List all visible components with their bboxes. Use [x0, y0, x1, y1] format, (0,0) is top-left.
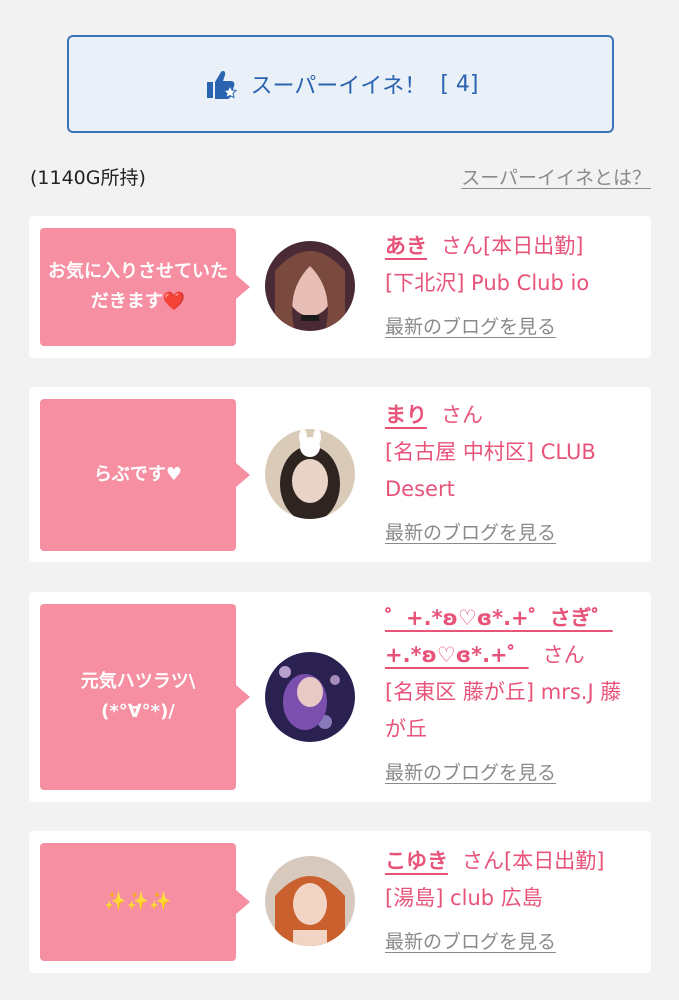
girl-card: お気に入りさせていただきます❤️ あき さん[本日出勤] [下北沢] Pub Cl…	[29, 216, 651, 358]
avatar[interactable]	[265, 652, 355, 742]
message-text: らぶです♥	[93, 464, 183, 485]
girl-status: さん	[542, 643, 585, 667]
super-like-count: [ 4]	[440, 71, 479, 97]
what-is-super-like-link[interactable]: スーパーイイネとは？	[461, 163, 651, 190]
latest-blog-link[interactable]: 最新のブログを見る	[385, 758, 556, 785]
super-like-label: スーパーイイネ！	[250, 74, 427, 99]
message-bubble: 元気ハツラツ\(*°∀°*)/	[40, 604, 250, 790]
super-like-button[interactable]: スーパーイイネ！ [ 4]	[67, 35, 614, 133]
message-text: お気に入りさせていただきます❤️	[48, 261, 228, 312]
avatar-photo	[265, 241, 355, 331]
latest-blog-link[interactable]: 最新のブログを見る	[385, 312, 556, 339]
message-bubble: らぶです♥	[40, 399, 250, 551]
girl-name-link[interactable]: まり	[385, 403, 427, 427]
avatar-photo	[265, 652, 355, 742]
avatar[interactable]	[265, 856, 355, 946]
message-text: ✨✨✨	[104, 891, 172, 912]
shop-name: [下北沢] Pub Club io	[385, 271, 590, 295]
girl-card: らぶです♥ まり さん [名古屋 中村区] CLUB Desert 最新のブログを…	[29, 387, 651, 562]
girl-info: まり さん [名古屋 中村区] CLUB Desert 最新のブログを見る	[385, 397, 637, 545]
girl-name-link[interactable]: こゆき	[385, 849, 448, 873]
girl-info: こゆき さん[本日出勤] [湯島] club 広島 最新のブログを見る	[385, 843, 637, 954]
girl-status: さん[本日出勤]	[441, 234, 584, 258]
girl-name-link[interactable]: あき	[385, 234, 427, 258]
girl-info: ゜+.*ʚ♡ɞ*.+゜さぎ゜+.*ʚ♡ɞ*.+゜ さん [名東区 藤が丘] mrs…	[385, 600, 637, 785]
shop-name: [名東区 藤が丘] mrs.J 藤が丘	[385, 680, 622, 741]
avatar-photo	[265, 856, 355, 946]
girl-status: さん	[441, 403, 483, 427]
latest-blog-link[interactable]: 最新のブログを見る	[385, 927, 556, 954]
avatar-photo	[265, 429, 355, 519]
girl-card: 元気ハツラツ\(*°∀°*)/ ゜+.*ʚ♡ɞ*.+゜さぎ゜+.*ʚ♡ɞ*.+゜…	[29, 592, 651, 802]
points-balance: (1140G所持)	[30, 167, 146, 189]
message-bubble: お気に入りさせていただきます❤️	[40, 228, 250, 346]
thumbs-up-star-icon	[206, 71, 237, 99]
girl-card: ✨✨✨ こゆき さん[本日出勤] [湯島] club 広島 最新のブログを見る	[29, 831, 651, 973]
avatar[interactable]	[265, 429, 355, 519]
girl-info: あき さん[本日出勤] [下北沢] Pub Club io 最新のブログを見る	[385, 228, 637, 339]
shop-name: [湯島] club 広島	[385, 886, 543, 910]
message-bubble: ✨✨✨	[40, 843, 250, 961]
girl-status: さん[本日出勤]	[462, 849, 605, 873]
latest-blog-link[interactable]: 最新のブログを見る	[385, 518, 556, 545]
message-text: 元気ハツラツ\(*°∀°*)/	[80, 671, 196, 722]
shop-name: [名古屋 中村区] CLUB Desert	[385, 440, 596, 501]
avatar[interactable]	[265, 241, 355, 331]
